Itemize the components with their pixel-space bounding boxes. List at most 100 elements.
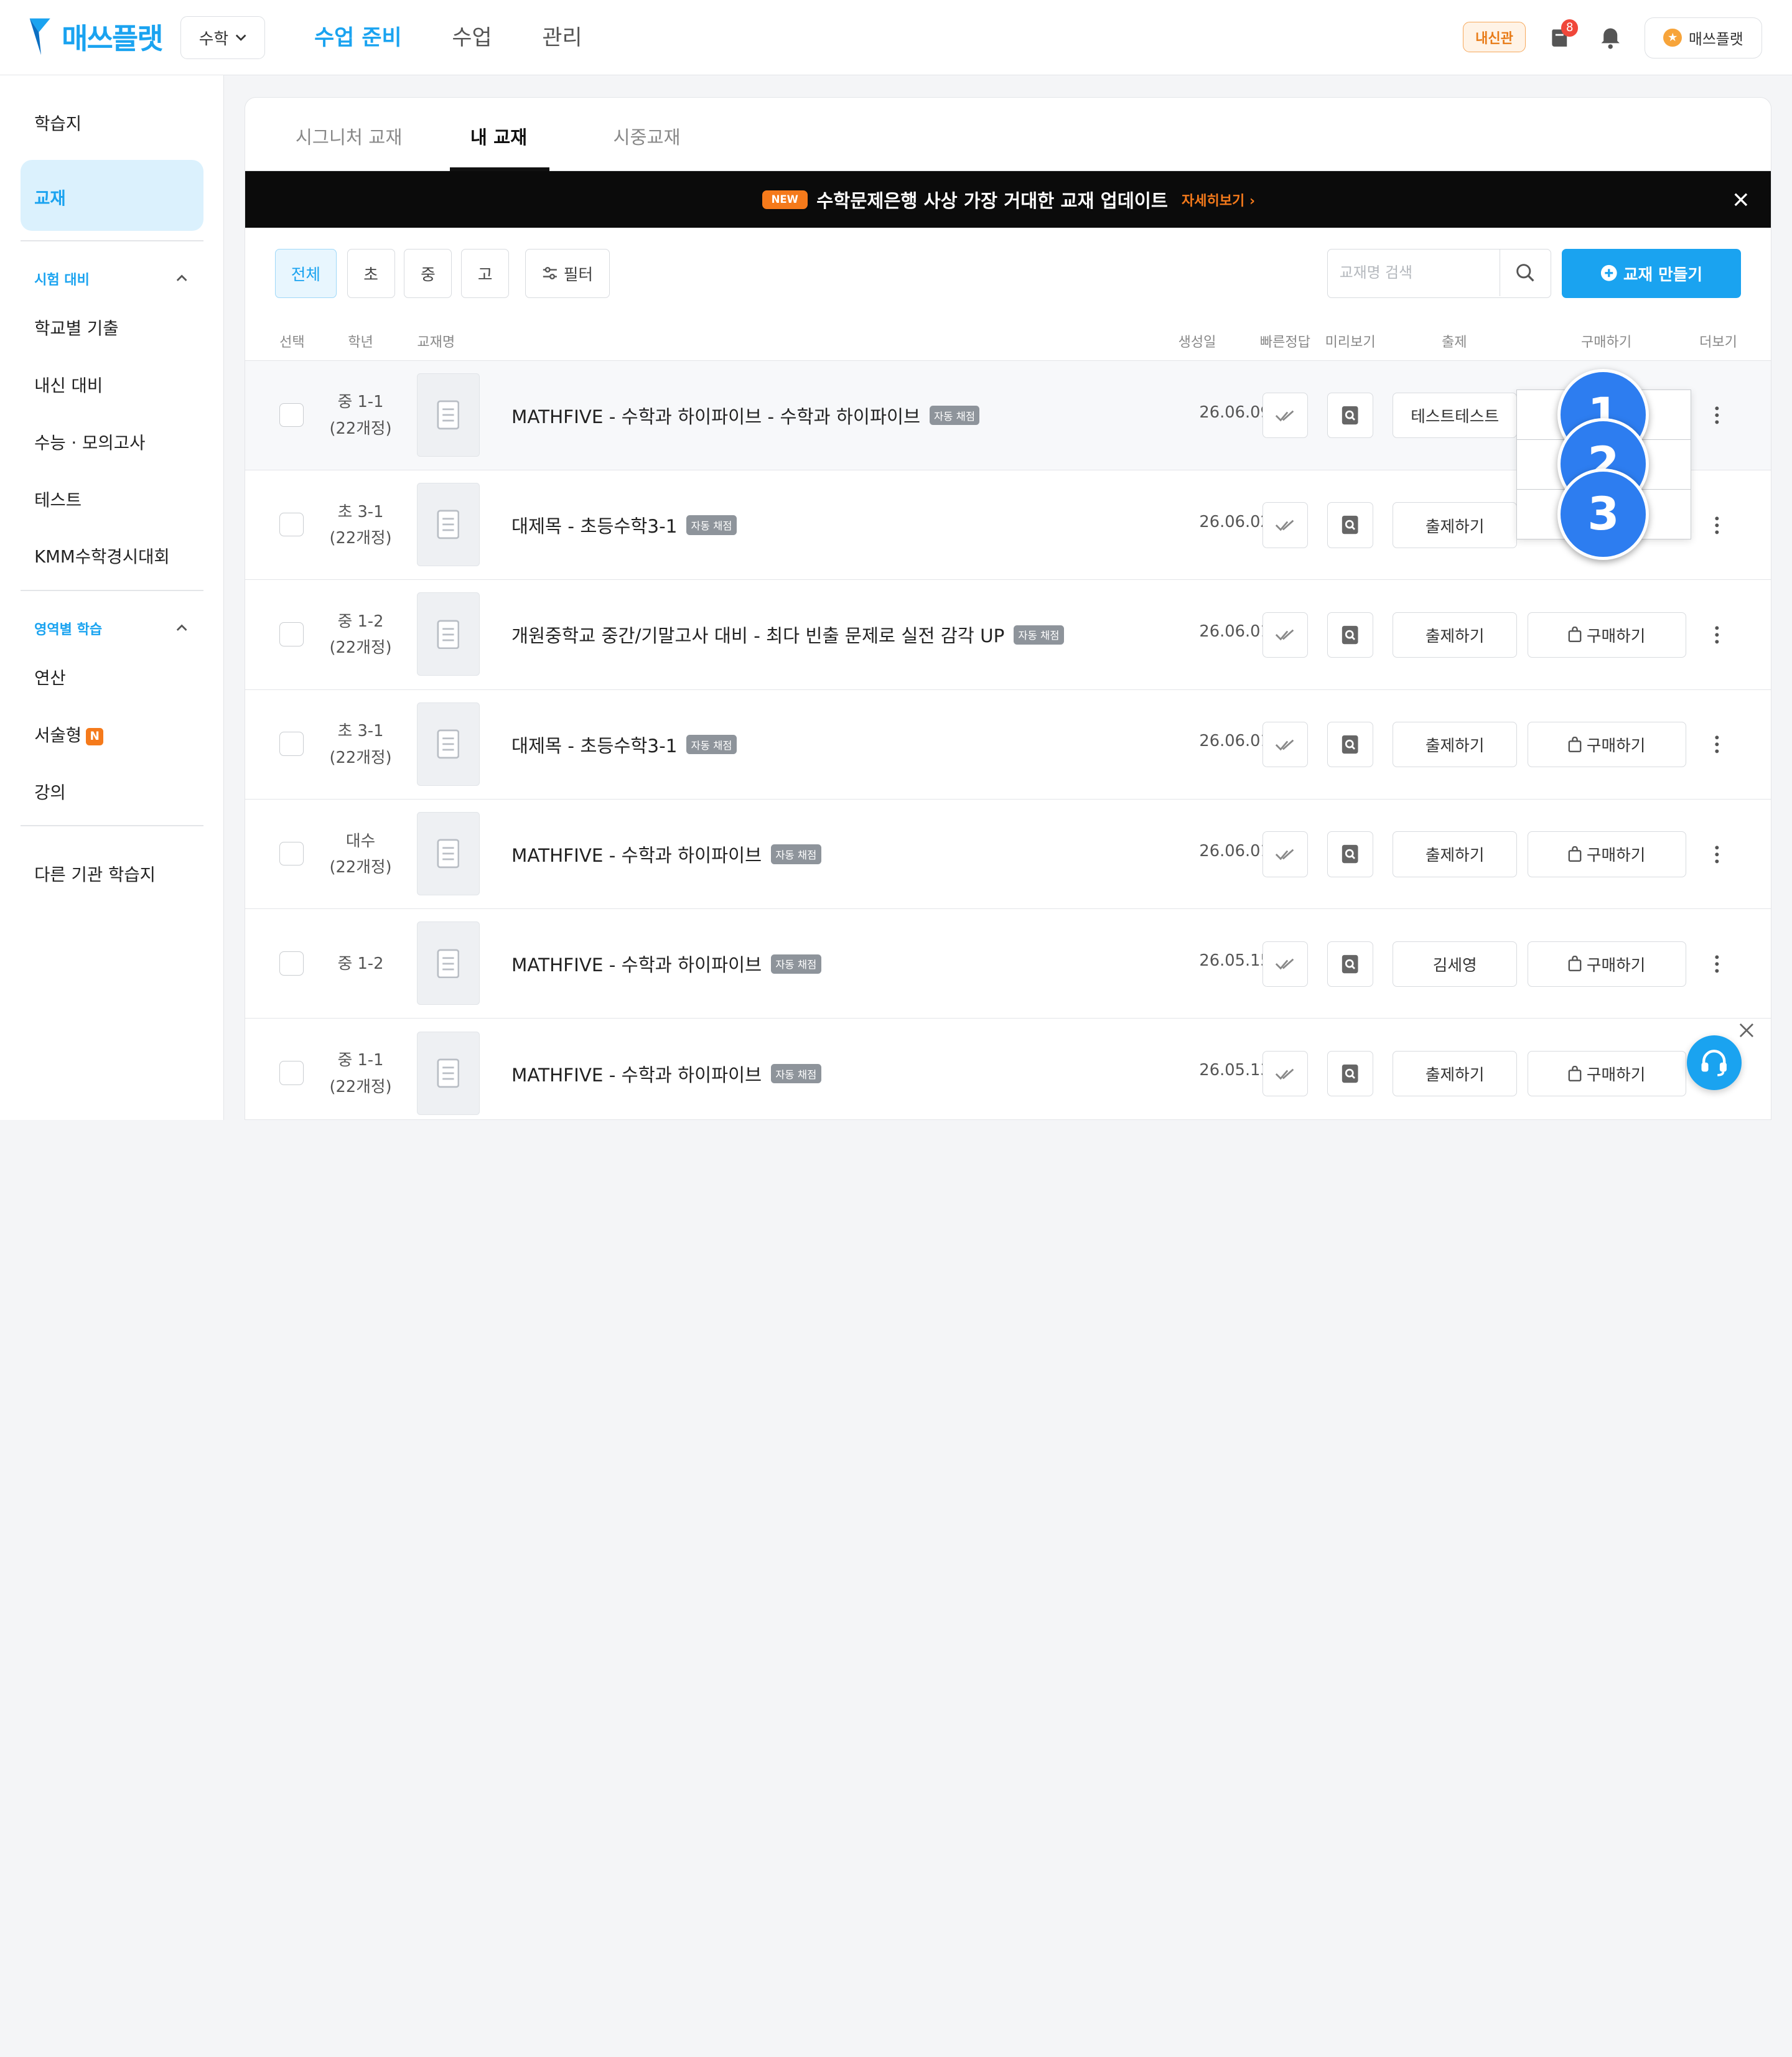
sidebar-item-school-past[interactable]: 학교별 기출 bbox=[34, 314, 118, 339]
row-checkbox[interactable] bbox=[279, 841, 304, 866]
sidebar-item-suneung[interactable]: 수능 · 모의고사 bbox=[34, 429, 145, 454]
more-vertical-icon[interactable] bbox=[1712, 623, 1722, 646]
row-title-wrap[interactable]: 대제목 - 초등수학3-1 자동 채점 bbox=[511, 470, 737, 580]
chevron-up-icon bbox=[176, 625, 187, 632]
exam-button[interactable]: 출제하기 bbox=[1393, 1050, 1518, 1097]
row-curriculum: (22개정) bbox=[329, 419, 392, 438]
col-title: 교재명 bbox=[417, 334, 455, 350]
row-grade-level: 중 1-1 bbox=[337, 393, 384, 412]
row-title: MATHFIVE - 수학과 하이파이브 - 수학과 하이파이브 bbox=[511, 406, 921, 427]
sidebar-item-other-org[interactable]: 다른 기관 학습지 bbox=[34, 861, 156, 885]
preview-button[interactable] bbox=[1327, 612, 1373, 658]
quick-answer-button[interactable] bbox=[1262, 721, 1309, 768]
filter-button-label: 필터 bbox=[563, 265, 594, 284]
preview-button[interactable] bbox=[1327, 831, 1373, 877]
row-title-wrap[interactable]: MATHFIVE - 수학과 하이파이브 - 수학과 하이파이브 자동 채점 bbox=[511, 361, 980, 470]
sidebar-item-descriptive[interactable]: 서술형 N bbox=[34, 721, 104, 746]
filter-high[interactable]: 고 bbox=[461, 248, 510, 298]
search-input[interactable] bbox=[1328, 249, 1500, 296]
more-vertical-icon[interactable] bbox=[1712, 733, 1722, 756]
row-thumbnail bbox=[416, 1031, 480, 1115]
exam-button[interactable]: 출제하기 bbox=[1393, 831, 1518, 877]
table-row[interactable]: 중 1-2 MATHFIVE - 수학과 하이파이브 자동 채점 26.05.15 김세… bbox=[245, 909, 1771, 1019]
close-icon[interactable] bbox=[1739, 1023, 1754, 1038]
row-title-wrap[interactable]: 개원중학교 중간/기말고사 대비 - 최다 빈출 문제로 실전 감각 UP 자동 … bbox=[511, 580, 1064, 689]
nav-manage[interactable]: 관리 bbox=[542, 21, 582, 52]
quick-answer-button[interactable] bbox=[1262, 941, 1309, 987]
sidebar-section-exam-prep[interactable]: 시험 대비 bbox=[34, 269, 187, 289]
purchase-button[interactable]: 구매하기 bbox=[1527, 831, 1687, 877]
quick-answer-button[interactable] bbox=[1262, 831, 1309, 877]
nav-class-prep[interactable]: 수업 준비 bbox=[314, 21, 401, 52]
user-menu-button[interactable]: ★ 매쓰플랫 bbox=[1645, 17, 1763, 58]
preview-button[interactable] bbox=[1327, 392, 1373, 439]
quick-answer-button[interactable] bbox=[1262, 1050, 1309, 1097]
sidebar-item-calculation[interactable]: 연산 bbox=[34, 664, 66, 689]
filter-elementary[interactable]: 초 bbox=[347, 248, 395, 298]
table-row[interactable]: 대수 (22개정) MATHFIVE - 수학과 하이파이브 자동 채점 26.06.0… bbox=[245, 799, 1771, 910]
more-vertical-icon[interactable] bbox=[1712, 514, 1722, 537]
tab-signature[interactable]: 시그니처 교재 bbox=[296, 123, 403, 149]
row-date: 26.06.02 bbox=[1199, 512, 1271, 531]
tab-my-textbook[interactable]: 내 교재 bbox=[470, 123, 527, 149]
sidebar-item-textbook[interactable]: 교재 bbox=[21, 160, 203, 231]
sidebar-divider bbox=[21, 240, 203, 241]
preview-button[interactable] bbox=[1327, 941, 1373, 987]
more-vertical-icon[interactable] bbox=[1712, 953, 1722, 976]
close-icon[interactable] bbox=[1733, 192, 1749, 208]
purchase-button[interactable]: 구매하기 bbox=[1527, 1050, 1687, 1097]
create-textbook-button[interactable]: 교재 만들기 bbox=[1561, 248, 1742, 298]
sidebar-item-worksheet[interactable]: 학습지 bbox=[34, 110, 82, 134]
search-button[interactable] bbox=[1499, 249, 1551, 296]
sidebar-item-lecture[interactable]: 강의 bbox=[34, 778, 66, 803]
banner-details-link[interactable]: 자세히보기 › bbox=[1182, 190, 1255, 210]
nav-class[interactable]: 수업 bbox=[452, 21, 492, 52]
sidebar-item-test[interactable]: 테스트 bbox=[34, 486, 82, 511]
exam-button[interactable]: 김세영 bbox=[1393, 941, 1518, 987]
purchase-button[interactable]: 구매하기 bbox=[1527, 941, 1687, 987]
subject-select[interactable]: 수학 bbox=[180, 16, 266, 60]
sidebar-item-naesin[interactable]: 내신 대비 bbox=[34, 371, 103, 396]
row-checkbox[interactable] bbox=[279, 732, 304, 757]
table-row[interactable]: 중 1-2 (22개정) 개원중학교 중간/기말고사 대비 - 최다 빈출 문제로 … bbox=[245, 580, 1771, 690]
bell-icon[interactable] bbox=[1598, 25, 1623, 50]
preview-button[interactable] bbox=[1327, 1050, 1373, 1097]
row-checkbox[interactable] bbox=[279, 512, 304, 537]
tab-market[interactable]: 시중교재 bbox=[613, 123, 680, 149]
row-title-wrap[interactable]: MATHFIVE - 수학과 하이파이브 자동 채점 bbox=[511, 800, 821, 909]
quick-answer-button[interactable] bbox=[1262, 612, 1309, 658]
exam-button[interactable]: 출제하기 bbox=[1393, 721, 1518, 768]
auto-grading-badge: 자동 채점 bbox=[686, 515, 737, 535]
sidebar-item-kmm[interactable]: KMM수학경시대회 bbox=[34, 543, 170, 567]
preview-button[interactable] bbox=[1327, 502, 1373, 548]
row-checkbox[interactable] bbox=[279, 951, 304, 976]
help-chat-button[interactable] bbox=[1686, 1035, 1742, 1091]
row-checkbox[interactable] bbox=[279, 622, 304, 646]
preview-button[interactable] bbox=[1327, 721, 1373, 768]
filter-all[interactable]: 전체 bbox=[274, 248, 337, 298]
row-checkbox[interactable] bbox=[279, 403, 304, 427]
exam-button[interactable]: 출제하기 bbox=[1393, 502, 1518, 548]
sidebar-section-exam-prep-label: 시험 대비 bbox=[34, 272, 90, 288]
filter-middle[interactable]: 중 bbox=[404, 248, 452, 298]
double-check-icon bbox=[1275, 410, 1294, 422]
quick-answer-button[interactable] bbox=[1262, 502, 1309, 548]
exam-button[interactable]: 테스트테스트 bbox=[1393, 392, 1518, 439]
quick-answer-button[interactable] bbox=[1262, 392, 1309, 439]
row-title-wrap[interactable]: 대제목 - 초등수학3-1 자동 채점 bbox=[511, 690, 737, 800]
row-checkbox[interactable] bbox=[279, 1061, 304, 1085]
row-title-wrap[interactable]: MATHFIVE - 수학과 하이파이브 자동 채점 bbox=[511, 909, 821, 1019]
table-row[interactable]: 초 3-1 (22개정) 대제목 - 초등수학3-1 자동 채점 26.06.01 출제하… bbox=[245, 689, 1771, 800]
more-vertical-icon[interactable] bbox=[1712, 843, 1722, 866]
filter-button[interactable]: 필터 bbox=[525, 248, 610, 298]
row-title-wrap[interactable]: MATHFIVE - 수학과 하이파이브 자동 채점 bbox=[511, 1019, 821, 1119]
purchase-button[interactable]: 구매하기 bbox=[1527, 721, 1687, 768]
row-thumbnail bbox=[416, 921, 480, 1005]
table-row[interactable]: 중 1-1 (22개정) MATHFIVE - 수학과 하이파이브 자동 채점 26.0… bbox=[245, 1019, 1771, 1119]
logo[interactable]: 매쓰플랫 bbox=[27, 16, 164, 57]
sidebar-section-area-study[interactable]: 영역별 학습 bbox=[34, 618, 187, 638]
naesin-badge[interactable]: 내신관 bbox=[1462, 21, 1526, 53]
purchase-button[interactable]: 구매하기 bbox=[1527, 612, 1687, 658]
exam-button[interactable]: 출제하기 bbox=[1393, 612, 1518, 658]
more-vertical-icon[interactable] bbox=[1712, 404, 1722, 427]
